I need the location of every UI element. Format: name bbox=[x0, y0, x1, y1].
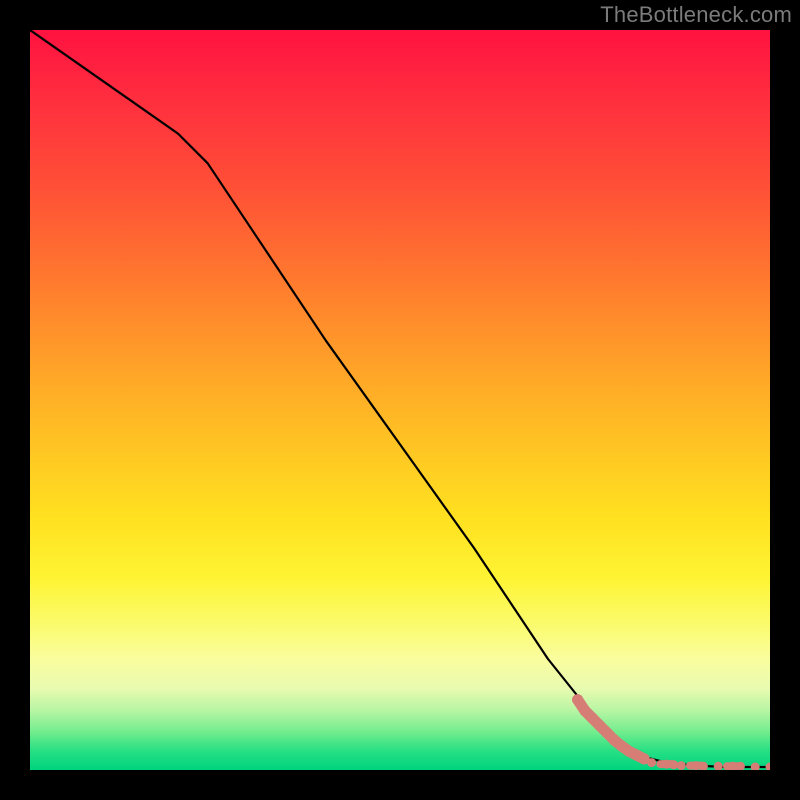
watermark-text: TheBottleneck.com bbox=[600, 2, 792, 28]
data-point bbox=[572, 694, 583, 705]
data-point bbox=[677, 761, 686, 770]
curve-line bbox=[30, 30, 770, 767]
plot-area bbox=[30, 30, 770, 770]
data-point bbox=[766, 763, 771, 771]
scatter-transition bbox=[572, 694, 650, 764]
chart-frame: TheBottleneck.com bbox=[0, 0, 800, 800]
data-point bbox=[714, 762, 723, 770]
chart-overlay bbox=[30, 30, 770, 770]
scatter-floor bbox=[647, 758, 770, 770]
data-point bbox=[751, 763, 760, 771]
data-point bbox=[647, 758, 656, 767]
